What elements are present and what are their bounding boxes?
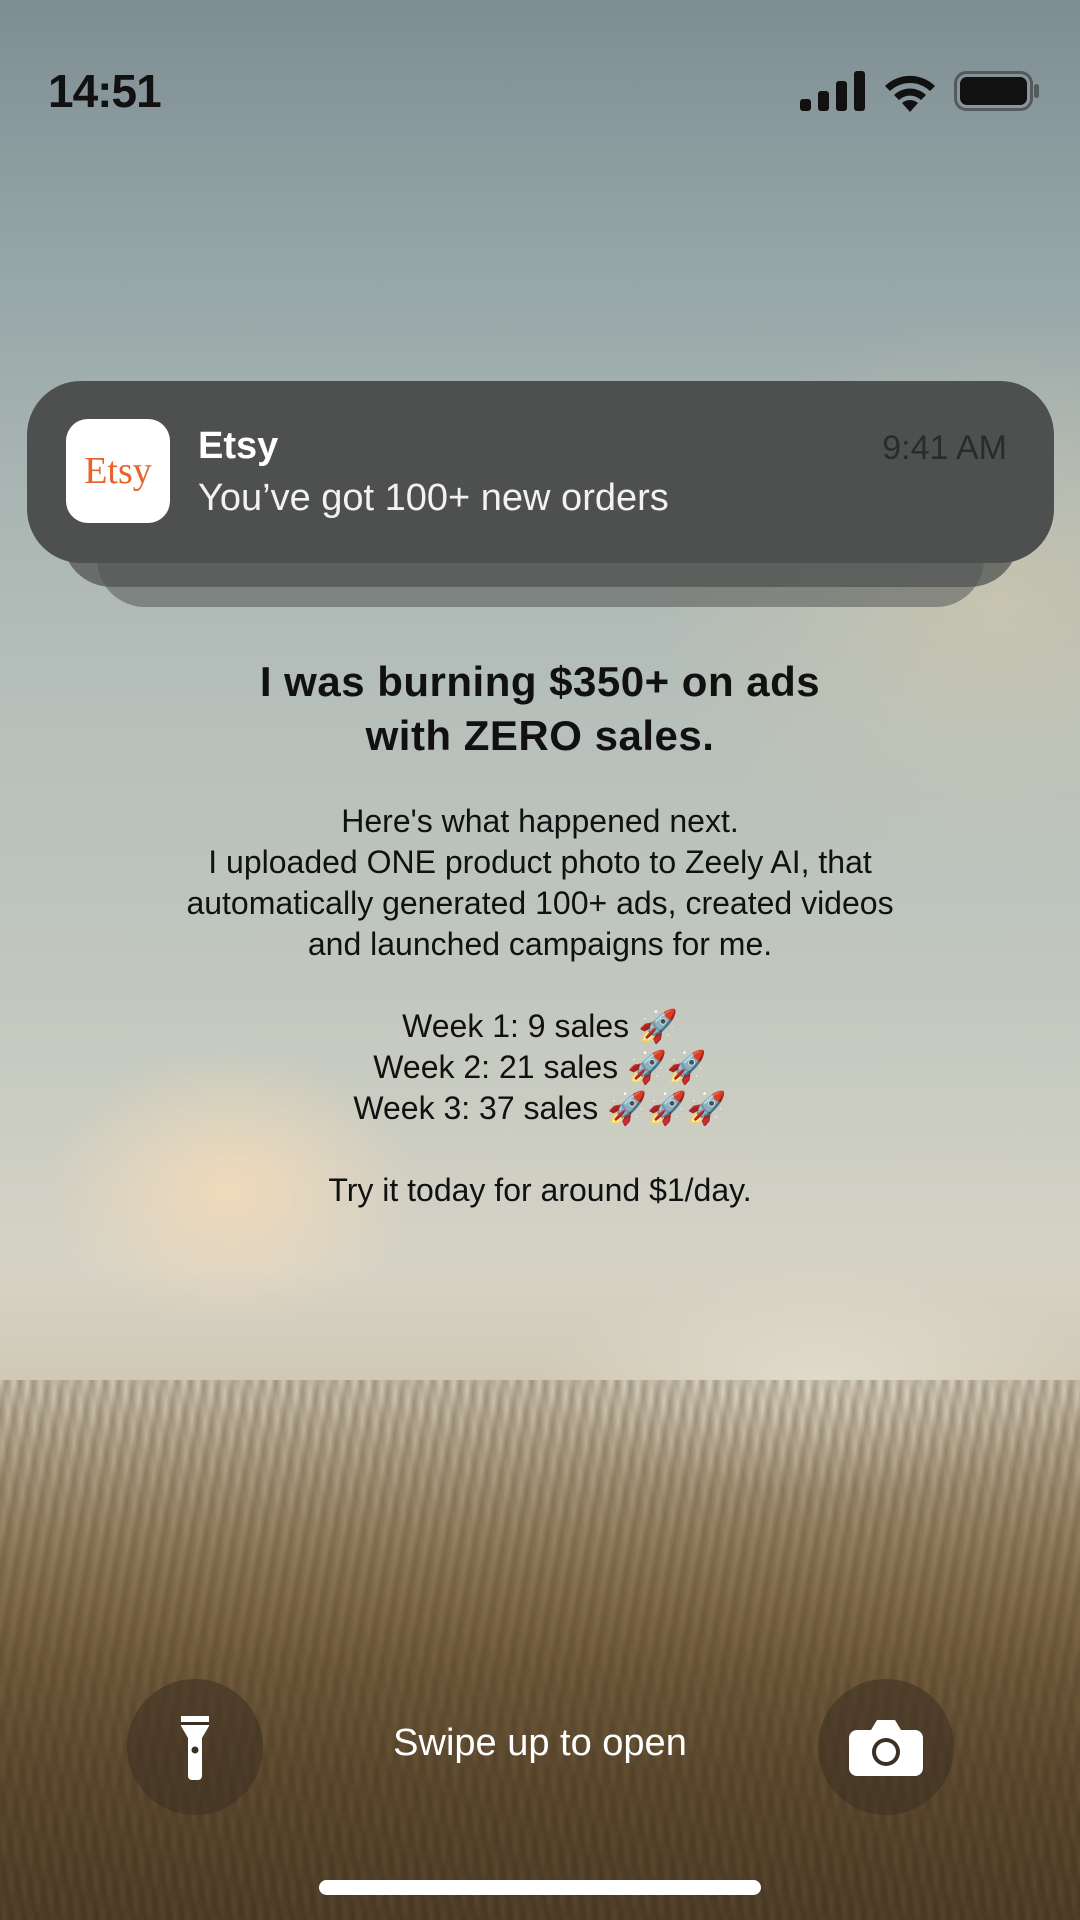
headline-line: I was burning $350+ on ads [259,658,821,705]
week-result: Week 2: 21 sales 🚀🚀 [373,1049,707,1085]
notification-time: 9:41 AM [882,429,1007,467]
notification-stack[interactable]: Etsy Etsy You’ve got 100+ new orders 9:4… [27,381,1054,607]
body-line: and launched campaigns for me. [307,926,773,962]
ad-copy: I was burning $350+ on ads with ZERO sal… [90,655,990,1211]
status-time: 14:51 [48,65,162,117]
week-result: Week 3: 37 sales 🚀🚀🚀 [353,1090,727,1126]
camera-icon [849,1720,923,1776]
week-result: Week 1: 9 sales 🚀 [402,1008,678,1044]
status-bar: 14:51 [0,0,1080,140]
home-indicator[interactable] [319,1880,761,1895]
ad-headline: I was burning $350+ on ads with ZERO sal… [90,655,990,763]
wifi-icon [885,75,935,112]
cellular-signal-icon [800,71,865,111]
notification-message: You’ve got 100+ new orders [198,477,669,519]
notification-app-name: Etsy [198,425,279,467]
background-grass [0,1380,1080,1920]
headline-line: with ZERO sales. [365,712,715,759]
body-line: I uploaded ONE product photo to Zeely AI… [208,844,872,880]
ad-cta: Try it today for around $1/day. [328,1172,752,1208]
etsy-app-icon: Etsy [66,419,170,523]
etsy-logo-text: Etsy [84,450,152,492]
notification-card[interactable]: Etsy Etsy You’ve got 100+ new orders 9:4… [27,381,1054,563]
body-line: Here's what happened next. [341,803,739,839]
body-line: automatically generated 100+ ads, create… [186,885,894,921]
battery-icon [954,71,1039,111]
status-icons [800,70,1040,112]
camera-button[interactable] [818,1679,954,1815]
